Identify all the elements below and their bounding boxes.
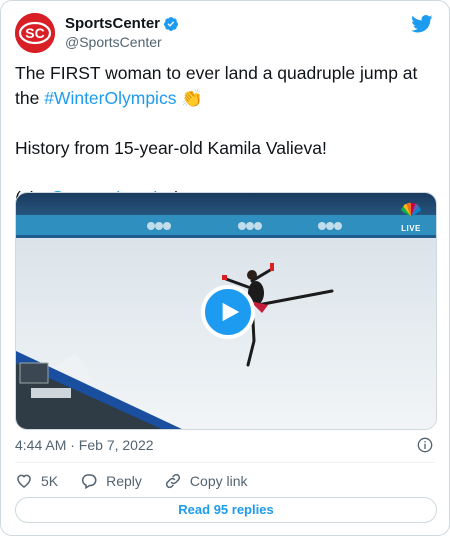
copy-link-button[interactable]: Copy link <box>164 472 248 490</box>
tweet-card: SC SportsCenter @SportsCenter The FIRST … <box>0 0 450 536</box>
play-button[interactable] <box>201 285 255 339</box>
display-name[interactable]: SportsCenter <box>65 14 160 33</box>
verified-badge-icon <box>164 16 179 31</box>
info-icon[interactable] <box>417 437 433 453</box>
like-count: 5K <box>41 473 59 489</box>
link-icon <box>165 473 181 489</box>
video-player[interactable]: LIVE <box>15 192 437 430</box>
tweet-line-2: History from 15-year-old Kamila Valieva! <box>15 138 327 158</box>
author-handle[interactable]: @SportsCenter <box>65 33 179 52</box>
tweet-header: SC SportsCenter @SportsCenter <box>15 13 435 53</box>
sportscenter-logo-icon: SC <box>15 13 55 53</box>
author-name-row[interactable]: SportsCenter <box>65 14 179 33</box>
tweet-line-1: The FIRST woman to ever land a quadruple… <box>15 61 439 111</box>
avatar[interactable]: SC <box>15 13 55 53</box>
read-replies-button[interactable]: Read 95 replies <box>15 497 437 523</box>
copy-link-label: Copy link <box>189 473 248 489</box>
action-bar: 5K Reply Copy link <box>15 470 270 492</box>
reply-label: Reply <box>106 473 142 489</box>
nbc-live-badge: LIVE <box>396 201 426 241</box>
play-icon <box>222 302 240 322</box>
clapping-emoji: 👏 <box>181 88 204 108</box>
reply-button[interactable]: Reply <box>80 472 142 490</box>
hashtag-link[interactable]: #WinterOlympics <box>44 88 176 108</box>
heart-icon <box>17 474 31 488</box>
tweet-timestamp[interactable]: 4:44 AM · Feb 7, 2022 <box>15 435 154 455</box>
author-names: SportsCenter @SportsCenter <box>65 14 179 52</box>
nbc-peacock-icon <box>401 202 421 217</box>
tweet-text: The FIRST woman to ever land a quadruple… <box>15 61 439 211</box>
like-button[interactable]: 5K <box>15 472 58 490</box>
divider <box>15 462 435 463</box>
twitter-bird-icon[interactable] <box>411 15 433 33</box>
live-label: LIVE <box>401 224 421 233</box>
svg-text:SC: SC <box>25 25 44 41</box>
reply-bubble-icon <box>82 474 97 490</box>
